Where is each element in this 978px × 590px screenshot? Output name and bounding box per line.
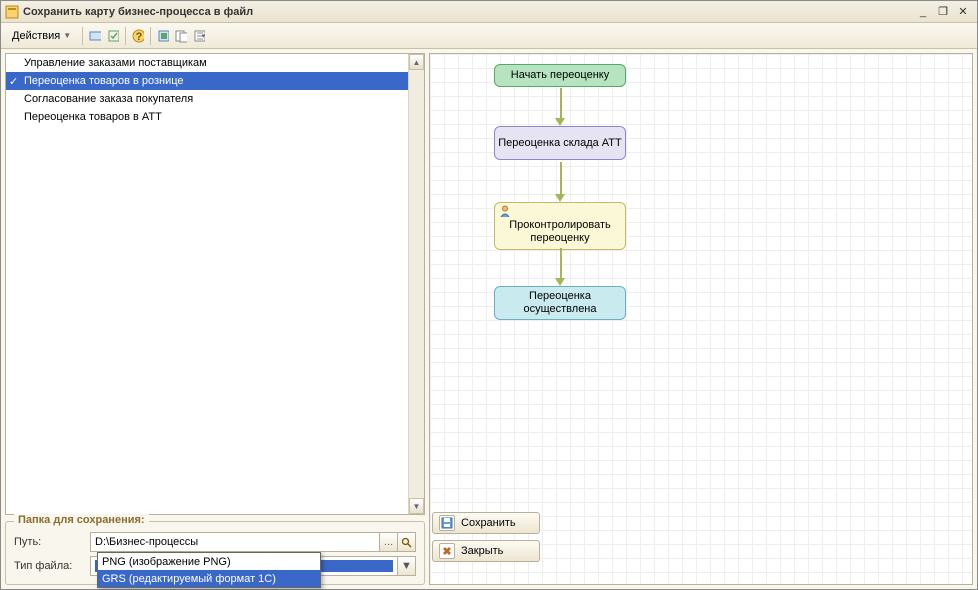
app-icon (5, 5, 19, 19)
diagram-process-node[interactable]: Переоценка склада АТТ (494, 126, 626, 160)
diagram-arrow (560, 162, 562, 196)
toolbar-separator (125, 27, 126, 45)
arrow-head-icon (555, 118, 565, 126)
minimize-button[interactable]: _ (913, 4, 933, 20)
window-title: Сохранить карту бизнес-процесса в файл (23, 6, 913, 18)
toolbar-icon-2[interactable] (105, 28, 121, 44)
list-item[interactable]: Управление заказами поставщикам (6, 54, 408, 72)
toolbar-icon-3[interactable] (155, 28, 171, 44)
diagram-end-node[interactable]: Переоценка осуществлена (494, 286, 626, 320)
diagram-arrow (560, 248, 562, 280)
fieldset-legend: Папка для сохранения: (14, 514, 149, 526)
node-label: Начать переоценку (511, 69, 609, 81)
browse-button[interactable]: … (380, 532, 398, 552)
svg-text:?: ? (136, 31, 143, 43)
actor-icon (499, 205, 511, 221)
close-button-label: Закрыть (461, 545, 503, 557)
dropdown-button[interactable]: ▼ (398, 556, 416, 576)
filetype-label: Тип файла: (14, 560, 84, 572)
chevron-down-icon: ▼ (63, 31, 71, 40)
node-label: Переоценка склада АТТ (498, 137, 621, 150)
arrow-head-icon (555, 194, 565, 202)
dropdown-option[interactable]: PNG (изображение PNG) (98, 553, 320, 570)
list-item[interactable]: Согласование заказа покупателя (6, 90, 408, 108)
scroll-down-button[interactable]: ▼ (409, 498, 424, 514)
save-button-label: Сохранить (461, 517, 516, 529)
close-button[interactable]: ✖ Закрыть (432, 540, 540, 562)
save-icon (439, 515, 455, 531)
process-list-items: Управление заказами поставщикам ✓ Переоце… (6, 54, 408, 514)
left-pane: Управление заказами поставщикам ✓ Переоце… (5, 53, 425, 585)
list-item[interactable]: Переоценка товаров в АТТ (6, 108, 408, 126)
close-icon: ✖ (439, 543, 455, 559)
chevron-down-icon: ▼ (401, 560, 412, 572)
list-item-label: Управление заказами поставщикам (24, 57, 207, 69)
actions-menu-label: Действия (12, 30, 60, 42)
toolbar-icon-5[interactable]: ▾ (191, 28, 207, 44)
magnifier-icon (401, 537, 412, 548)
process-listbox[interactable]: Управление заказами поставщикам ✓ Переоце… (5, 53, 425, 515)
filetype-dropdown-popup[interactable]: PNG (изображение PNG) GRS (редактируемый… (97, 552, 321, 588)
help-icon[interactable]: ? (130, 28, 146, 44)
option-label: PNG (изображение PNG) (102, 556, 231, 568)
diagram-task-node[interactable]: Проконтролировать переоценку (494, 202, 626, 250)
close-window-button[interactable]: ✕ (953, 4, 973, 20)
path-value: D:\Бизнес-процессы (95, 536, 375, 548)
toolbar: Действия ▼ ? ▾ (1, 23, 977, 49)
list-item-label: Согласование заказа покупателя (24, 93, 193, 105)
main-window: Сохранить карту бизнес-процесса в файл _… (0, 0, 978, 590)
option-label: GRS (редактируемый формат 1С) (102, 573, 276, 585)
node-label: Проконтролировать переоценку (509, 219, 610, 244)
search-button[interactable] (398, 532, 416, 552)
check-icon: ✓ (9, 75, 18, 88)
list-item-label: Переоценка товаров в АТТ (24, 111, 162, 123)
path-input[interactable]: D:\Бизнес-процессы (90, 532, 380, 552)
scrollbar[interactable]: ▲ ▼ (408, 54, 424, 514)
diagram-arrow (560, 88, 562, 120)
body: Управление заказами поставщикам ✓ Переоце… (1, 49, 977, 589)
diagram-start-node[interactable]: Начать переоценку (494, 64, 626, 87)
list-item[interactable]: ✓ Переоценка товаров в рознице (6, 72, 408, 90)
maximize-button[interactable]: ❐ (933, 4, 953, 20)
titlebar: Сохранить карту бизнес-процесса в файл _… (1, 1, 977, 23)
node-label: Переоценка осуществлена (497, 290, 623, 316)
toolbar-separator (150, 27, 151, 45)
path-label: Путь: (14, 536, 84, 548)
action-button-panel: Сохранить ✖ Закрыть (432, 512, 540, 562)
scroll-up-button[interactable]: ▲ (409, 54, 424, 70)
toolbar-icon-4[interactable] (173, 28, 189, 44)
toolbar-icon-1[interactable] (87, 28, 103, 44)
actions-menu-button[interactable]: Действия ▼ (5, 27, 78, 45)
dropdown-option[interactable]: GRS (редактируемый формат 1С) (98, 570, 320, 587)
save-button[interactable]: Сохранить (432, 512, 540, 534)
toolbar-separator (82, 27, 83, 45)
list-item-label: Переоценка товаров в рознице (24, 75, 184, 87)
arrow-head-icon (555, 278, 565, 286)
diagram-canvas[interactable]: Начать переоценку Переоценка склада АТТ … (429, 53, 973, 585)
path-row: Путь: D:\Бизнес-процессы … (14, 532, 416, 552)
